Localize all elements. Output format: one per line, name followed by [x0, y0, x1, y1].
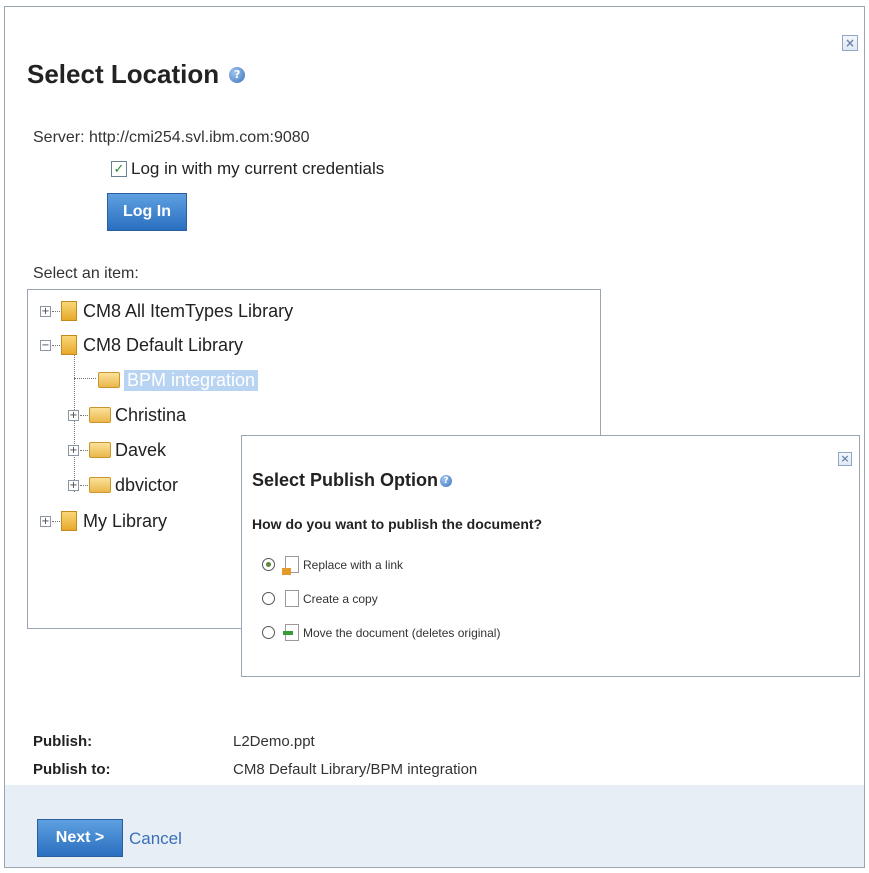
expand-icon[interactable]: + — [68, 444, 79, 456]
publish-value: L2Demo.ppt — [233, 733, 315, 750]
tree-node-label: CM8 Default Library — [83, 334, 244, 355]
folder-icon — [89, 477, 111, 493]
tree-dash — [52, 520, 60, 522]
dialog-close-icon[interactable]: × — [842, 35, 858, 51]
radio-replace-link[interactable] — [262, 558, 275, 571]
help-icon[interactable]: ? — [229, 66, 246, 83]
tree-node-christina[interactable]: + Christina — [68, 402, 186, 428]
next-button[interactable]: Next > — [37, 819, 123, 857]
expand-icon[interactable]: + — [68, 409, 79, 421]
library-icon — [61, 301, 77, 321]
tree-dash — [52, 344, 60, 346]
expand-icon[interactable]: + — [40, 305, 51, 317]
credentials-label: Log in with my current credentials — [131, 159, 385, 178]
help-icon[interactable]: ? — [440, 474, 453, 487]
tree-node-label: Davek — [115, 439, 167, 460]
tree-node-label: dbvictor — [115, 474, 179, 495]
folder-icon — [89, 407, 111, 423]
radio-create-copy[interactable] — [262, 592, 275, 605]
library-icon — [61, 335, 77, 355]
server-url: Server: http://cmi254.svl.ibm.com:9080 — [33, 129, 310, 146]
tree-dash — [52, 310, 60, 312]
option-create-copy[interactable]: Create a copy — [262, 590, 378, 607]
select-location-dialog: × Select Location ? Server: http://cmi25… — [4, 6, 865, 868]
select-item-label: Select an item: — [33, 265, 139, 282]
expand-icon[interactable]: + — [40, 515, 51, 527]
folder-icon — [98, 372, 120, 388]
tree-node-davek[interactable]: + Davek — [68, 437, 166, 463]
tree-dash — [80, 449, 88, 451]
folder-icon — [89, 442, 111, 458]
tree-connector — [74, 378, 96, 379]
publish-to-label: Publish to: — [33, 761, 111, 778]
expand-icon[interactable]: + — [68, 479, 79, 491]
page-title: Select Location ? — [27, 59, 246, 90]
popup-close-icon[interactable]: × — [838, 452, 852, 466]
cancel-link[interactable]: Cancel — [129, 829, 182, 849]
copy-doc-icon — [285, 590, 299, 607]
tree-dash — [80, 414, 88, 416]
option-label: Replace with a link — [303, 557, 404, 572]
publish-row: Publish: L2Demo.ppt — [33, 733, 315, 750]
login-button[interactable]: Log In — [107, 193, 187, 231]
move-doc-icon — [283, 624, 299, 641]
link-doc-icon — [282, 556, 299, 575]
tree-dash — [80, 484, 88, 486]
publish-to-value: CM8 Default Library/BPM integration — [233, 761, 478, 778]
credentials-checkbox[interactable]: ✓ — [111, 161, 127, 177]
tree-node-cm8-default[interactable]: − CM8 Default Library — [40, 332, 243, 358]
tree-node-dbvictor[interactable]: + dbvictor — [68, 472, 178, 498]
option-move-document[interactable]: Move the document (deletes original) — [262, 624, 500, 641]
publish-to-row: Publish to: CM8 Default Library/BPM inte… — [33, 761, 477, 778]
publish-option-popup: × Select Publish Option ? How do you wan… — [241, 435, 860, 677]
option-label: Create a copy — [303, 591, 378, 606]
popup-title: Select Publish Option ? — [252, 470, 453, 491]
tree-node-label: My Library — [83, 510, 168, 531]
option-replace-link[interactable]: Replace with a link — [262, 556, 404, 575]
tree-node-label: CM8 All ItemTypes Library — [83, 300, 294, 321]
credentials-option[interactable]: ✓ Log in with my current credentials — [111, 159, 384, 179]
dialog-footer: Next > Cancel — [5, 785, 864, 867]
tree-node-my-library[interactable]: + My Library — [40, 508, 167, 534]
option-label: Move the document (deletes original) — [303, 625, 501, 640]
collapse-icon[interactable]: − — [40, 339, 51, 351]
library-icon — [61, 511, 77, 531]
radio-move-document[interactable] — [262, 626, 275, 639]
tree-node-label: Christina — [115, 404, 187, 425]
popup-title-text: Select Publish Option — [252, 470, 439, 490]
tree-node-cm8-all-itemtypes[interactable]: + CM8 All ItemTypes Library — [40, 298, 293, 324]
tree-node-bpm-integration[interactable]: BPM integration — [98, 367, 259, 393]
publish-question: How do you want to publish the document? — [252, 516, 543, 532]
publish-label: Publish: — [33, 733, 93, 750]
dialog-title-text: Select Location — [27, 59, 220, 89]
tree-node-label: BPM integration — [124, 369, 259, 391]
